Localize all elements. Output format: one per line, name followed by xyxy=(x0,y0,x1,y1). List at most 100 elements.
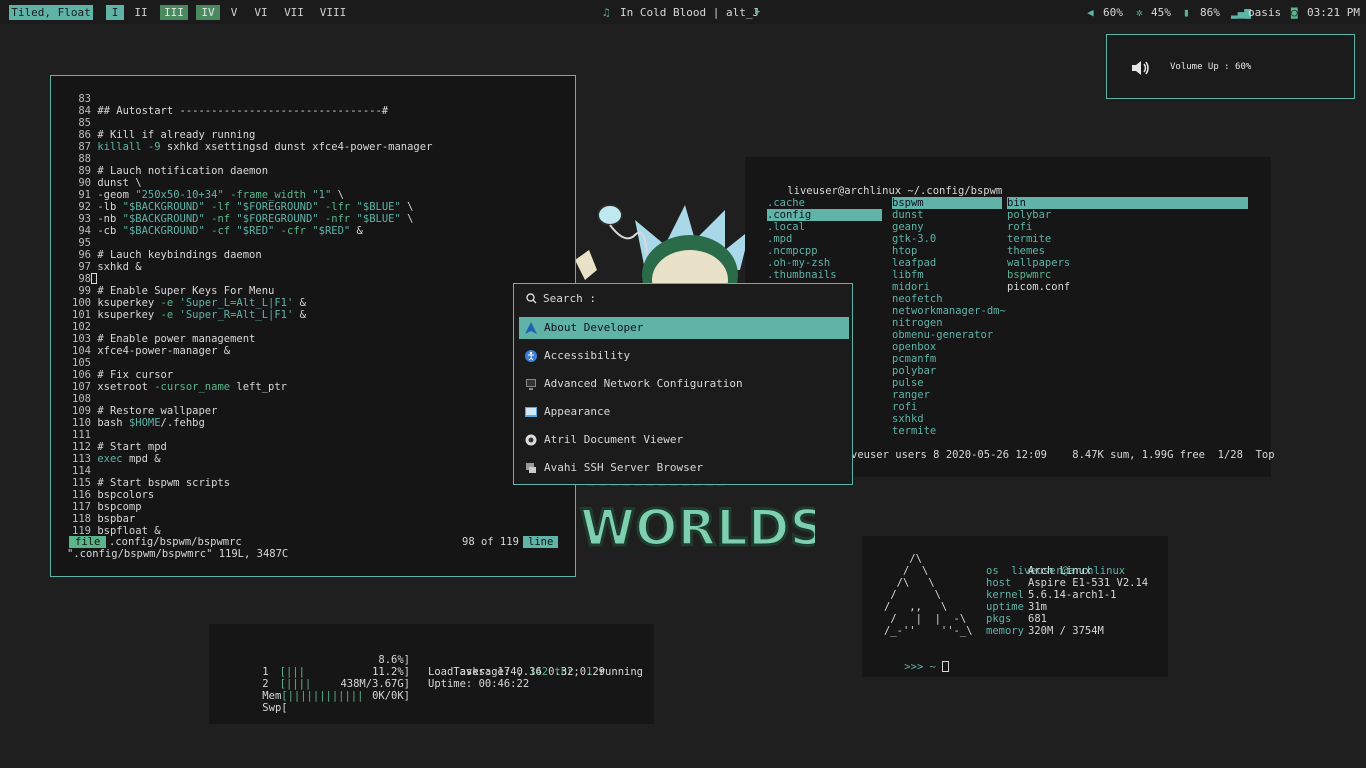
editor-line[interactable]: 105 xyxy=(67,357,97,369)
ranger-entry[interactable]: neofetch xyxy=(892,293,1002,305)
editor-line[interactable]: 102 xyxy=(67,321,97,333)
editor-line[interactable]: 84 ## Autostart ------------------------… xyxy=(67,105,388,117)
rofi-item-about-developer[interactable]: About Developer xyxy=(519,317,849,339)
editor-line[interactable]: 111 xyxy=(67,429,97,441)
ranger-entry[interactable]: .mpd xyxy=(767,233,882,245)
shell-prompt[interactable]: >>> ~ xyxy=(879,649,949,673)
rofi-launcher[interactable]: Search : About Developer Accessibility A… xyxy=(513,283,853,485)
editor-line[interactable]: 101 ksuperkey -e 'Super_R=Alt_L|F1' & xyxy=(67,309,306,321)
editor-line[interactable]: 83 xyxy=(67,93,97,105)
editor-line[interactable]: 89 # Lauch notification daemon xyxy=(67,165,268,177)
editor-line[interactable]: 85 xyxy=(67,117,97,129)
editor-line[interactable]: 113 exec mpd & xyxy=(67,453,161,465)
rofi-item-avahi-ssh[interactable]: Avahi SSH Server Browser xyxy=(519,457,849,479)
editor-line[interactable]: 86 # Kill if already running xyxy=(67,129,255,141)
editor-line[interactable]: 92 -lb "$BACKGROUND" -lf "$FOREGROUND" -… xyxy=(67,201,413,213)
ranger-entry[interactable]: termite xyxy=(892,425,1002,437)
editor-line[interactable]: 94 -cb "$BACKGROUND" -cf "$RED" -cfr "$R… xyxy=(67,225,363,237)
rofi-item-accessibility[interactable]: Accessibility xyxy=(519,345,849,367)
editor-line[interactable]: 107 xsetroot -cursor_name left_ptr xyxy=(67,381,287,393)
ranger-entry[interactable]: libfm xyxy=(892,269,1002,281)
ranger-entry[interactable]: themes xyxy=(1007,245,1248,257)
editor-line[interactable]: 96 # Lauch keybindings daemon xyxy=(67,249,261,261)
ranger-entry[interactable]: .cache xyxy=(767,197,882,209)
rofi-search-input[interactable]: Search : xyxy=(543,292,596,305)
workspace-4[interactable]: IV xyxy=(196,5,220,20)
editor-line[interactable]: 118 bspbar xyxy=(67,513,135,525)
editor-line[interactable]: 95 xyxy=(67,237,97,249)
layout-indicator[interactable]: Tiled, Float xyxy=(9,5,93,20)
ranger-entry[interactable]: .config xyxy=(767,209,882,221)
ranger-entry[interactable]: wallpapers xyxy=(1007,257,1248,269)
editor-line[interactable]: 97 sxhkd & xyxy=(67,261,141,273)
rofi-item-atril[interactable]: Atril Document Viewer xyxy=(519,429,849,451)
ranger-entry[interactable]: .oh-my-zsh xyxy=(767,257,882,269)
workspace-3[interactable]: III xyxy=(160,5,188,20)
htop-window[interactable]: 1 [||| 8.6%] 2 [|||| 11.2%] Mem[||||||||||… xyxy=(209,624,654,724)
editor-line[interactable]: 116 bspcolors xyxy=(67,489,154,501)
editor-line[interactable]: 104 xfce4-power-manager & xyxy=(67,345,230,357)
clock[interactable]: 03:21 PM xyxy=(1307,5,1360,20)
ranger-entry[interactable]: pcmanfm xyxy=(892,353,1002,365)
ranger-entry[interactable]: networkmanager-dm~ xyxy=(892,305,1006,317)
editor-line[interactable]: 93 -nb "$BACKGROUND" -nf "$FOREGROUND" -… xyxy=(67,213,413,225)
rofi-item-appearance[interactable]: Appearance xyxy=(519,401,849,423)
ranger-entry[interactable]: ranger xyxy=(892,389,1002,401)
editor-line[interactable]: 100 ksuperkey -e 'Super_L=Alt_L|F1' & xyxy=(67,297,306,309)
editor-line[interactable]: 114 xyxy=(67,465,97,477)
editor-line[interactable]: 91 -geom "250x50-10+34" -frame_width "1"… xyxy=(67,189,344,201)
ranger-entry[interactable]: .local xyxy=(767,221,882,233)
ranger-entry[interactable]: dunst xyxy=(892,209,1002,221)
ranger-entry[interactable]: gtk-3.0 xyxy=(892,233,1002,245)
rofi-item-network-config[interactable]: Advanced Network Configuration xyxy=(519,373,849,395)
editor-line[interactable]: 115 # Start bspwm scripts xyxy=(67,477,230,489)
ranger-entry[interactable]: polybar xyxy=(1007,209,1248,221)
line-number: 111 xyxy=(72,429,91,441)
network-name[interactable]: oasis xyxy=(1248,5,1281,20)
ranger-entry[interactable]: bspwmrc xyxy=(1007,269,1248,281)
ranger-entry[interactable]: .ncmpcpp xyxy=(767,245,882,257)
editor-line[interactable]: 106 # Fix cursor xyxy=(67,369,173,381)
top-bar: Tiled, Float I II III IV V VI VII VIII ♫… xyxy=(0,0,1366,24)
ranger-entry[interactable]: pulse xyxy=(892,377,1002,389)
editor-buffer[interactable]: 83 84 ## Autostart ---------------------… xyxy=(67,93,567,549)
workspace-8[interactable]: VIII xyxy=(318,5,348,20)
workspace-1[interactable]: I xyxy=(106,5,124,20)
info-key: uptime xyxy=(986,601,1024,613)
ranger-entry[interactable]: midori xyxy=(892,281,1002,293)
workspace-6[interactable]: VI xyxy=(251,5,271,20)
workspace-7[interactable]: VII xyxy=(282,5,306,20)
ranger-entry[interactable]: obmenu-generator xyxy=(892,329,1002,341)
play-icon[interactable]: ▶ xyxy=(755,5,760,20)
ranger-entry[interactable]: sxhkd xyxy=(892,413,1002,425)
ranger-entry[interactable]: bin xyxy=(1007,197,1248,209)
editor-line[interactable]: 109 # Restore wallpaper xyxy=(67,405,217,417)
editor-line[interactable]: 99 # Enable Super Keys For Menu xyxy=(67,285,274,297)
ranger-entry[interactable]: leafpad xyxy=(892,257,1002,269)
ranger-entry[interactable]: geany xyxy=(892,221,1002,233)
editor-line[interactable]: 87 killall -9 sxhkd xsettingsd dunst xfc… xyxy=(67,141,432,153)
editor-line[interactable]: 90 dunst \ xyxy=(67,177,141,189)
editor-line[interactable]: 117 bspcomp xyxy=(67,501,142,513)
editor-line[interactable]: 108 xyxy=(67,393,97,405)
editor-line[interactable]: 103 # Enable power management xyxy=(67,333,255,345)
editor-line[interactable]: 112 # Start mpd xyxy=(67,441,167,453)
ranger-entry[interactable]: .thumbnails xyxy=(767,269,882,281)
ranger-entry[interactable]: rofi xyxy=(892,401,1002,413)
volume-icon[interactable]: ◀ xyxy=(1087,5,1094,20)
now-playing[interactable]: In Cold Blood | alt_J xyxy=(620,5,759,20)
ranger-entry[interactable]: htop xyxy=(892,245,1002,257)
ranger-entry[interactable]: openbox xyxy=(892,341,1002,353)
workspace-2[interactable]: II xyxy=(131,5,151,20)
vim-editor-window[interactable]: 83 84 ## Autostart ---------------------… xyxy=(50,75,576,577)
ranger-entry[interactable]: polybar xyxy=(892,365,1002,377)
ranger-entry[interactable]: nitrogen xyxy=(892,317,1002,329)
ranger-entry[interactable]: rofi xyxy=(1007,221,1248,233)
ranger-entry[interactable]: termite xyxy=(1007,233,1248,245)
neofetch-terminal[interactable]: /\ / \ /\ \ / \ / ,, \ / | | -\/_-'' ''-_… xyxy=(862,536,1168,677)
workspace-5[interactable]: V xyxy=(226,5,242,20)
ranger-entry[interactable]: bspwm xyxy=(892,197,1002,209)
editor-line[interactable]: 88 xyxy=(67,153,97,165)
editor-line[interactable]: 110 bash $HOME/.fehbg xyxy=(67,417,205,429)
ranger-entry[interactable]: picom.conf xyxy=(1007,281,1248,293)
